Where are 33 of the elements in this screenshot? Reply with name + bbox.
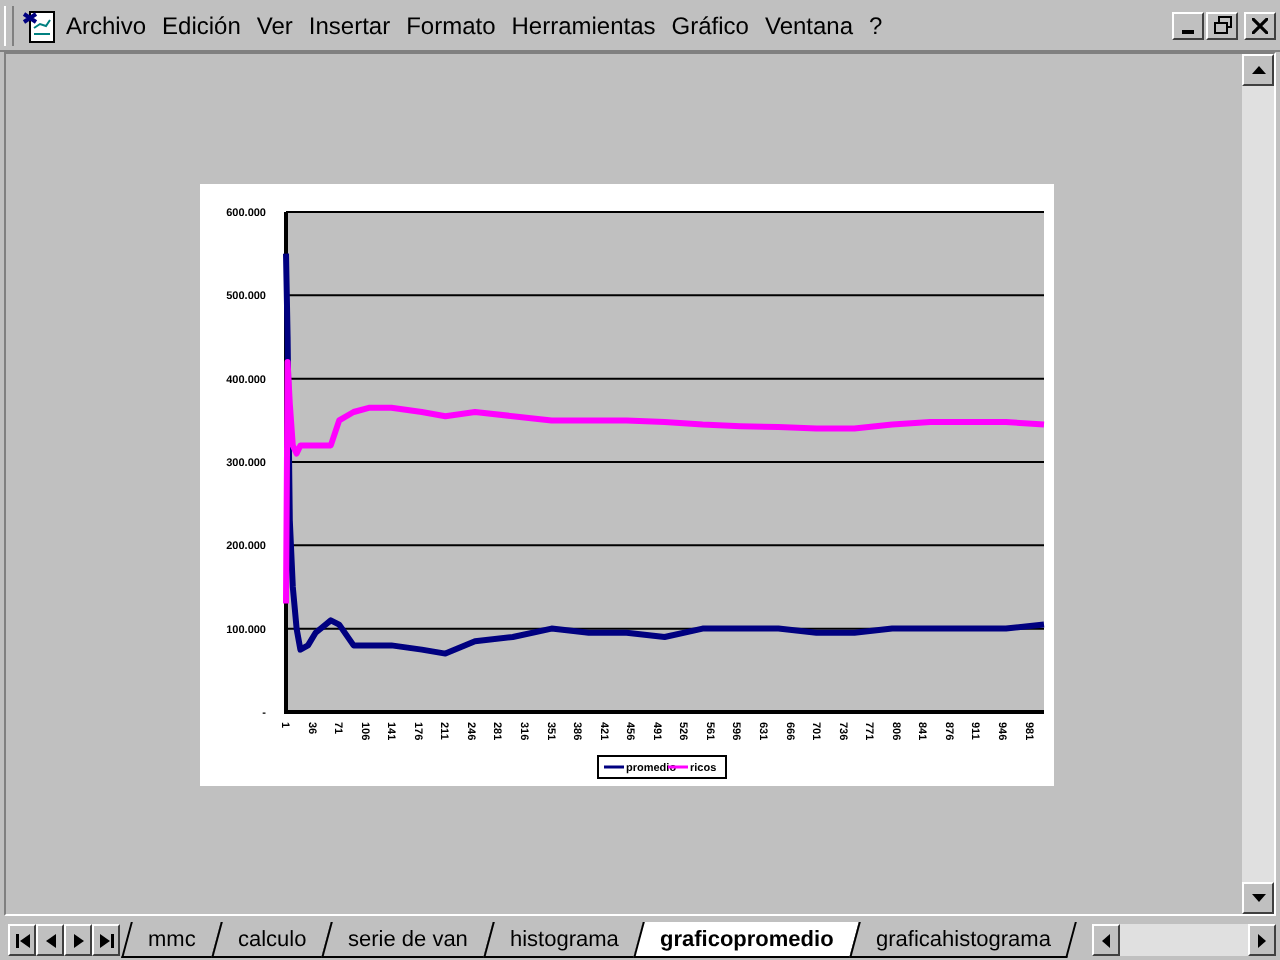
sheet-tab[interactable]: histograma — [483, 922, 646, 958]
menu-item[interactable]: ? — [861, 7, 891, 43]
next-sheet-icon[interactable] — [64, 924, 92, 956]
sheet-tab[interactable]: graficopromedio — [634, 922, 862, 958]
close-button[interactable] — [1244, 11, 1276, 39]
menu-item[interactable]: Ver — [248, 7, 301, 43]
menu-item[interactable]: Herramientas — [503, 7, 664, 43]
menu-item[interactable]: Ventana — [756, 7, 862, 43]
first-sheet-icon[interactable] — [8, 924, 36, 956]
sheet-tab[interactable]: mmc — [121, 922, 223, 958]
last-sheet-icon[interactable] — [92, 924, 120, 956]
sheet-tab[interactable]: graficahistograma — [849, 922, 1079, 958]
menu-item[interactable]: Edición — [154, 7, 249, 43]
restore-icon — [1213, 16, 1231, 34]
menu-item[interactable]: Formato — [398, 7, 504, 43]
menu-item[interactable]: Archivo — [58, 7, 155, 43]
scroll-right-icon[interactable] — [1248, 924, 1276, 956]
vertical-scrollbar[interactable] — [1242, 54, 1274, 914]
menu-item[interactable]: Insertar — [300, 7, 399, 43]
close-icon — [1252, 17, 1268, 33]
restore-button[interactable] — [1206, 11, 1238, 39]
menu-item[interactable]: Gráfico — [663, 7, 757, 43]
chart-legend — [596, 755, 726, 779]
chart-document-icon[interactable] — [22, 7, 58, 43]
scroll-down-icon[interactable] — [1242, 882, 1274, 914]
scroll-left-icon[interactable] — [1092, 924, 1120, 956]
horizontal-scrollbar[interactable] — [1092, 924, 1276, 956]
sheet-tab[interactable]: serie de van — [321, 922, 495, 958]
previous-sheet-icon[interactable] — [36, 924, 64, 956]
scroll-up-icon[interactable] — [1242, 54, 1274, 86]
minimize-icon — [1182, 29, 1194, 33]
sheet-tab[interactable]: calculo — [210, 922, 333, 958]
minimize-button[interactable] — [1172, 11, 1204, 39]
